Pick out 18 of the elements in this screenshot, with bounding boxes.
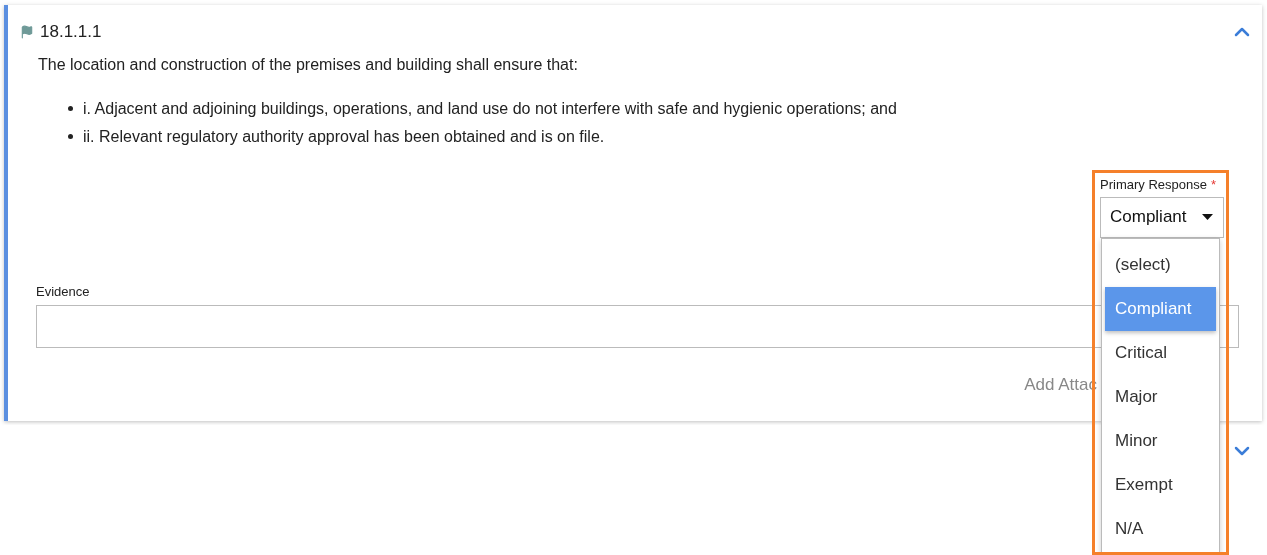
requirement-item: ii. Relevant regulatory authority approval has been obtained and is on file. <box>83 126 605 147</box>
bullet-icon <box>68 106 73 111</box>
response-select[interactable]: Compliant <box>1100 196 1224 238</box>
dropdown-option[interactable]: Minor <box>1105 418 1216 463</box>
dropdown-option[interactable]: Exempt <box>1105 462 1216 507</box>
required-mark: * <box>1210 176 1216 193</box>
requirement-item: i. Adjacent and adjoining buildings, operations, and land use do not interfere with safe and hygienic operations; and <box>83 98 897 119</box>
dropdown-option[interactable]: (select) <box>1105 242 1216 287</box>
dropdown-option[interactable]: Major <box>1105 374 1216 419</box>
item-number: 18.1.1.1 <box>40 21 102 43</box>
caret-icon <box>1202 214 1213 220</box>
field-label: Evidence <box>36 283 91 300</box>
evidence-field[interactable] <box>36 304 1239 348</box>
requirement-text: The location and construction of the premises and building shall ensure that: <box>38 54 579 75</box>
dropdown-option[interactable]: Critical <box>1105 330 1216 375</box>
field-label: Primary Response <box>1100 176 1207 193</box>
dropdown-option[interactable]: N/A <box>1105 506 1216 551</box>
bullet-icon <box>68 134 73 139</box>
